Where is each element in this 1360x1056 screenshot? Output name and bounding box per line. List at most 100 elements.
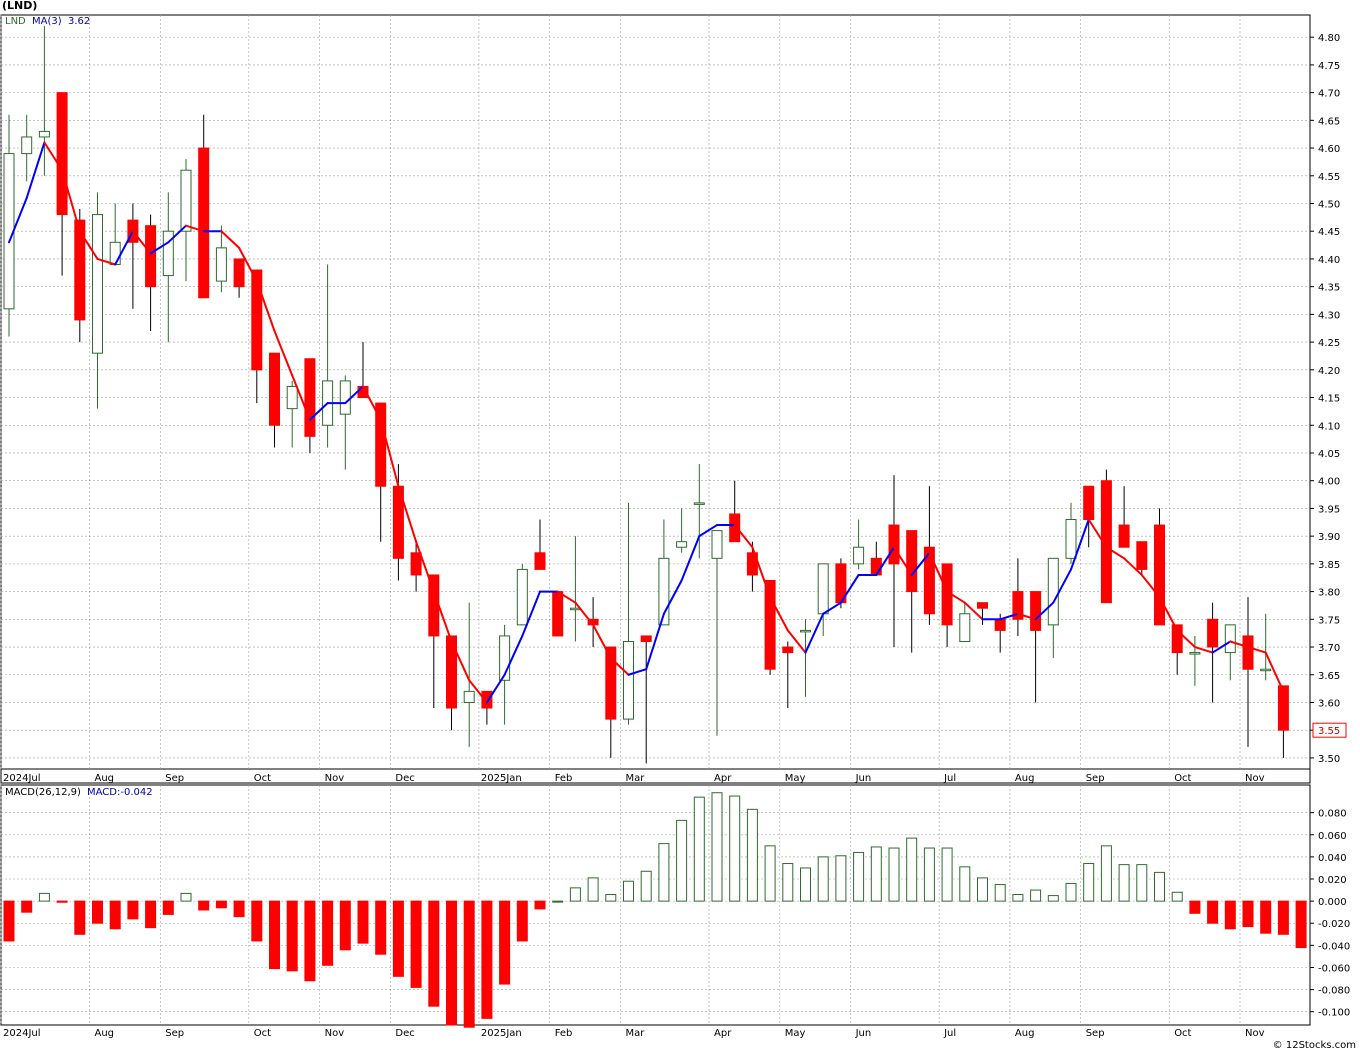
macd-x-tick-label: Aug	[95, 1028, 115, 1039]
macd-bar	[853, 851, 865, 902]
macd-bar	[1242, 900, 1254, 928]
macd-bar	[375, 900, 387, 955]
macd-bar	[870, 846, 882, 902]
macd-bar	[746, 808, 758, 902]
macd-x-tick-label: Aug	[1015, 1028, 1035, 1039]
price-x-tick-label: Nov	[1245, 773, 1265, 784]
macd-bar	[410, 900, 422, 988]
macd-bar	[109, 900, 121, 930]
macd-bar	[729, 795, 741, 902]
macd-bar	[446, 900, 457, 1026]
candle-body	[304, 358, 316, 437]
candle-body	[640, 635, 652, 642]
macd-bar	[392, 900, 404, 977]
macd-legend-value: MACD:-0.042	[87, 787, 153, 798]
macd-bar	[977, 877, 988, 902]
price-tick-label: 4.45	[1318, 227, 1340, 238]
candle-body	[676, 541, 688, 548]
macd-bar	[923, 847, 935, 902]
price-x-tick-label: 2024Jul	[3, 773, 41, 784]
macd-bar	[1207, 900, 1219, 924]
price-tick-label: 4.15	[1318, 394, 1340, 405]
macd-bar	[463, 900, 475, 1028]
price-tick-label: 3.65	[1318, 671, 1340, 682]
macd-bar	[1189, 900, 1201, 914]
macd-bar	[959, 866, 971, 902]
candle-body	[1065, 519, 1077, 559]
candle-body	[1189, 652, 1201, 655]
candle-body	[1047, 557, 1059, 626]
candle-body	[481, 690, 493, 709]
macd-bar	[499, 900, 511, 985]
macd-bar	[357, 900, 369, 944]
price-tick-label: 3.75	[1318, 615, 1340, 626]
macd-bar	[269, 900, 280, 970]
macd-bar	[676, 819, 688, 902]
macd-bar	[481, 900, 493, 1019]
macd-bar	[233, 900, 245, 918]
macd-bar	[145, 900, 157, 929]
price-legend-symbol: LND	[5, 16, 26, 27]
price-tick-label: 3.60	[1318, 698, 1340, 709]
price-tick-label: 4.40	[1318, 255, 1340, 266]
price-tick-label: 4.55	[1318, 172, 1340, 183]
price-x-tick-label: May	[785, 773, 806, 784]
macd-panel-frame	[0, 784, 1311, 1026]
macd-bar	[1100, 845, 1112, 902]
price-tick-label: 4.10	[1318, 421, 1340, 432]
candle-body	[233, 258, 245, 288]
last-price-label: 3.55	[1318, 726, 1340, 737]
macd-tick-label: -0.020	[1318, 919, 1350, 930]
price-x-tick-label: Aug	[1015, 773, 1035, 784]
candle-body	[92, 214, 103, 354]
price-tick-label: 4.50	[1318, 200, 1340, 211]
macd-x-tick-label: Dec	[395, 1028, 414, 1039]
price-tick-label: 4.00	[1318, 477, 1340, 488]
candle-body	[534, 552, 546, 570]
candle-body	[888, 524, 900, 565]
macd-x-tick-label: 2025Jan	[481, 1028, 522, 1039]
macd-bar	[180, 892, 192, 902]
macd-bar	[800, 867, 811, 902]
candle-body	[729, 513, 741, 543]
macd-bar	[1065, 882, 1077, 902]
candle-body	[38, 130, 50, 138]
macd-x-tick-label: Nov	[325, 1028, 345, 1039]
price-tick-label: 3.95	[1318, 504, 1340, 515]
macd-bar	[74, 900, 86, 935]
candle-body	[1260, 668, 1272, 672]
macd-bar	[1224, 900, 1236, 930]
candle-body	[516, 568, 528, 626]
candle-body	[21, 136, 33, 155]
macd-bar	[286, 900, 298, 972]
price-x-tick-label: Sep	[165, 773, 184, 784]
candle-body	[410, 552, 422, 576]
macd-bar	[835, 855, 847, 902]
credit-text: © 12Stocks.com	[1272, 1040, 1356, 1051]
price-x-tick-label: Oct	[254, 773, 271, 784]
macd-tick-label: -0.100	[1318, 1008, 1350, 1019]
price-x-tick-label: Feb	[555, 773, 573, 784]
candle-body	[853, 546, 865, 565]
macd-x-tick-label: Sep	[165, 1028, 184, 1039]
macd-bar	[92, 900, 103, 924]
candle-body	[1136, 541, 1148, 570]
candle-body	[623, 640, 634, 720]
macd-bar	[1171, 891, 1183, 902]
price-tick-label: 4.30	[1318, 310, 1340, 321]
macd-bar	[21, 900, 33, 913]
macd-bar	[198, 900, 210, 911]
candle-body	[870, 557, 882, 576]
macd-bar	[3, 900, 15, 942]
price-tick-label: 4.35	[1318, 283, 1340, 294]
candle-body	[1242, 635, 1254, 670]
macd-tick-label: 0.060	[1318, 831, 1347, 842]
price-tick-label: 3.85	[1318, 560, 1340, 571]
price-tick-label: 4.65	[1318, 116, 1340, 127]
macd-bar	[304, 900, 316, 982]
macd-x-tick-label: Oct	[1174, 1028, 1191, 1039]
candle-body	[552, 591, 564, 637]
candle-body	[959, 613, 971, 642]
macd-tick-label: 0.020	[1318, 875, 1347, 886]
macd-bar	[994, 884, 1006, 902]
